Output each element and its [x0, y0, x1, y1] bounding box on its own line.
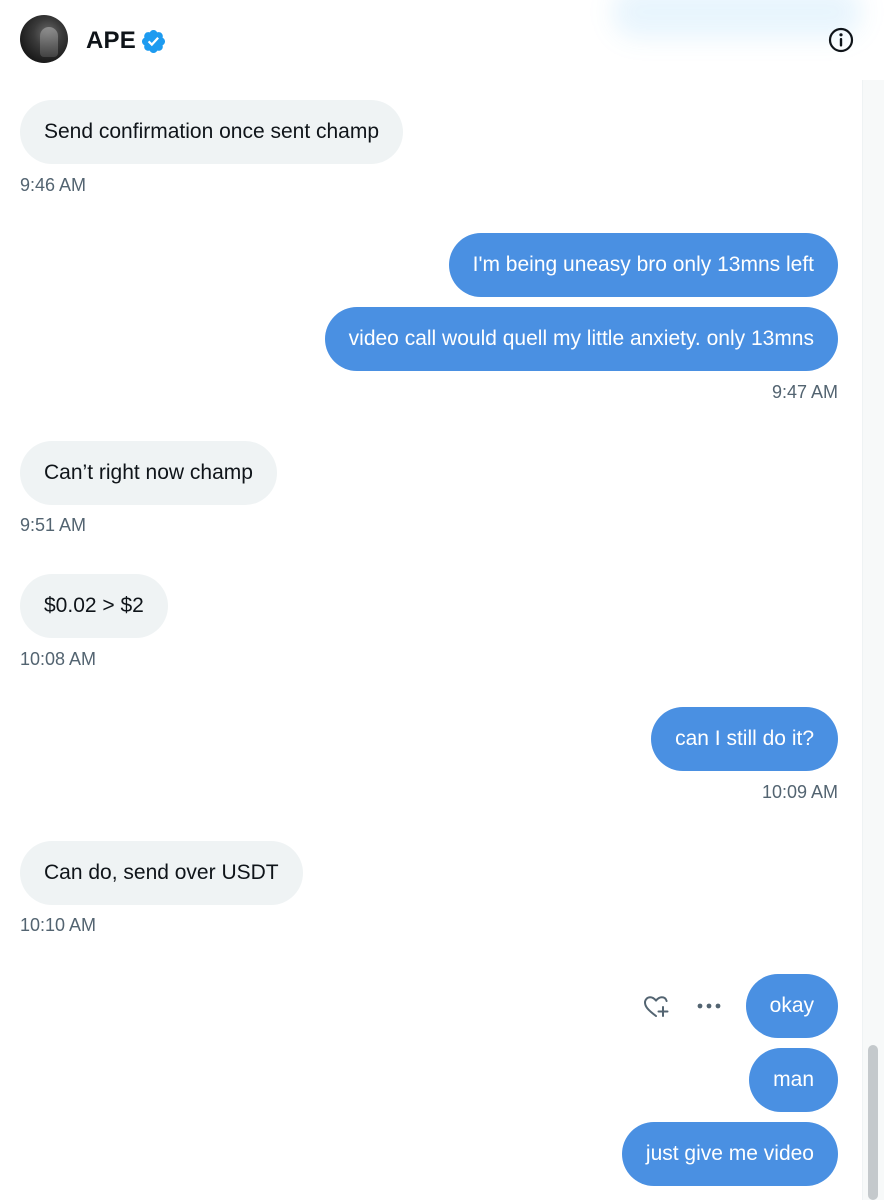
message-bubble-outgoing[interactable]: can I still do it?: [651, 707, 838, 771]
message-timestamp: 10:09 AM: [761, 782, 838, 802]
avatar[interactable]: [20, 15, 68, 63]
heart-plus-icon[interactable]: [642, 994, 670, 1020]
message-bubble-outgoing[interactable]: okay: [745, 974, 838, 1038]
message-bubble-incoming[interactable]: $0.02 > $2: [20, 574, 168, 638]
message-timestamp: 9:51 AM: [20, 515, 87, 535]
header-glow: [612, 0, 862, 38]
scrollbar-track[interactable]: [862, 80, 884, 1200]
verified-badge-icon: [141, 29, 166, 54]
avatar-figure: [40, 27, 58, 57]
conversation-header: APE: [0, 0, 884, 80]
message-timestamp: 9:47 AM: [771, 382, 838, 402]
scrollbar-thumb[interactable]: [868, 1045, 878, 1200]
message-bubble-outgoing[interactable]: just give me video: [621, 1122, 838, 1186]
message-bubble-incoming[interactable]: Send confirmation once sent champ: [20, 100, 404, 164]
message-bubble-outgoing[interactable]: I'm being uneasy bro only 13mns left: [448, 233, 838, 297]
more-dots-icon[interactable]: [696, 1001, 722, 1011]
message-bubble-outgoing[interactable]: video call would quell my little anxiety…: [324, 307, 838, 371]
message-timestamp: 9:46 AM: [20, 175, 87, 195]
info-icon[interactable]: [827, 26, 855, 54]
message-timestamp: 10:08 AM: [20, 649, 97, 669]
message-bubble-outgoing[interactable]: man: [749, 1048, 838, 1112]
contact-name[interactable]: APE: [86, 27, 136, 55]
message-bubble-incoming[interactable]: Can’t right now champ: [20, 441, 277, 505]
message-timestamp: 10:10 AM: [20, 915, 97, 935]
message-bubble-incoming[interactable]: Can do, send over USDT: [20, 841, 303, 905]
